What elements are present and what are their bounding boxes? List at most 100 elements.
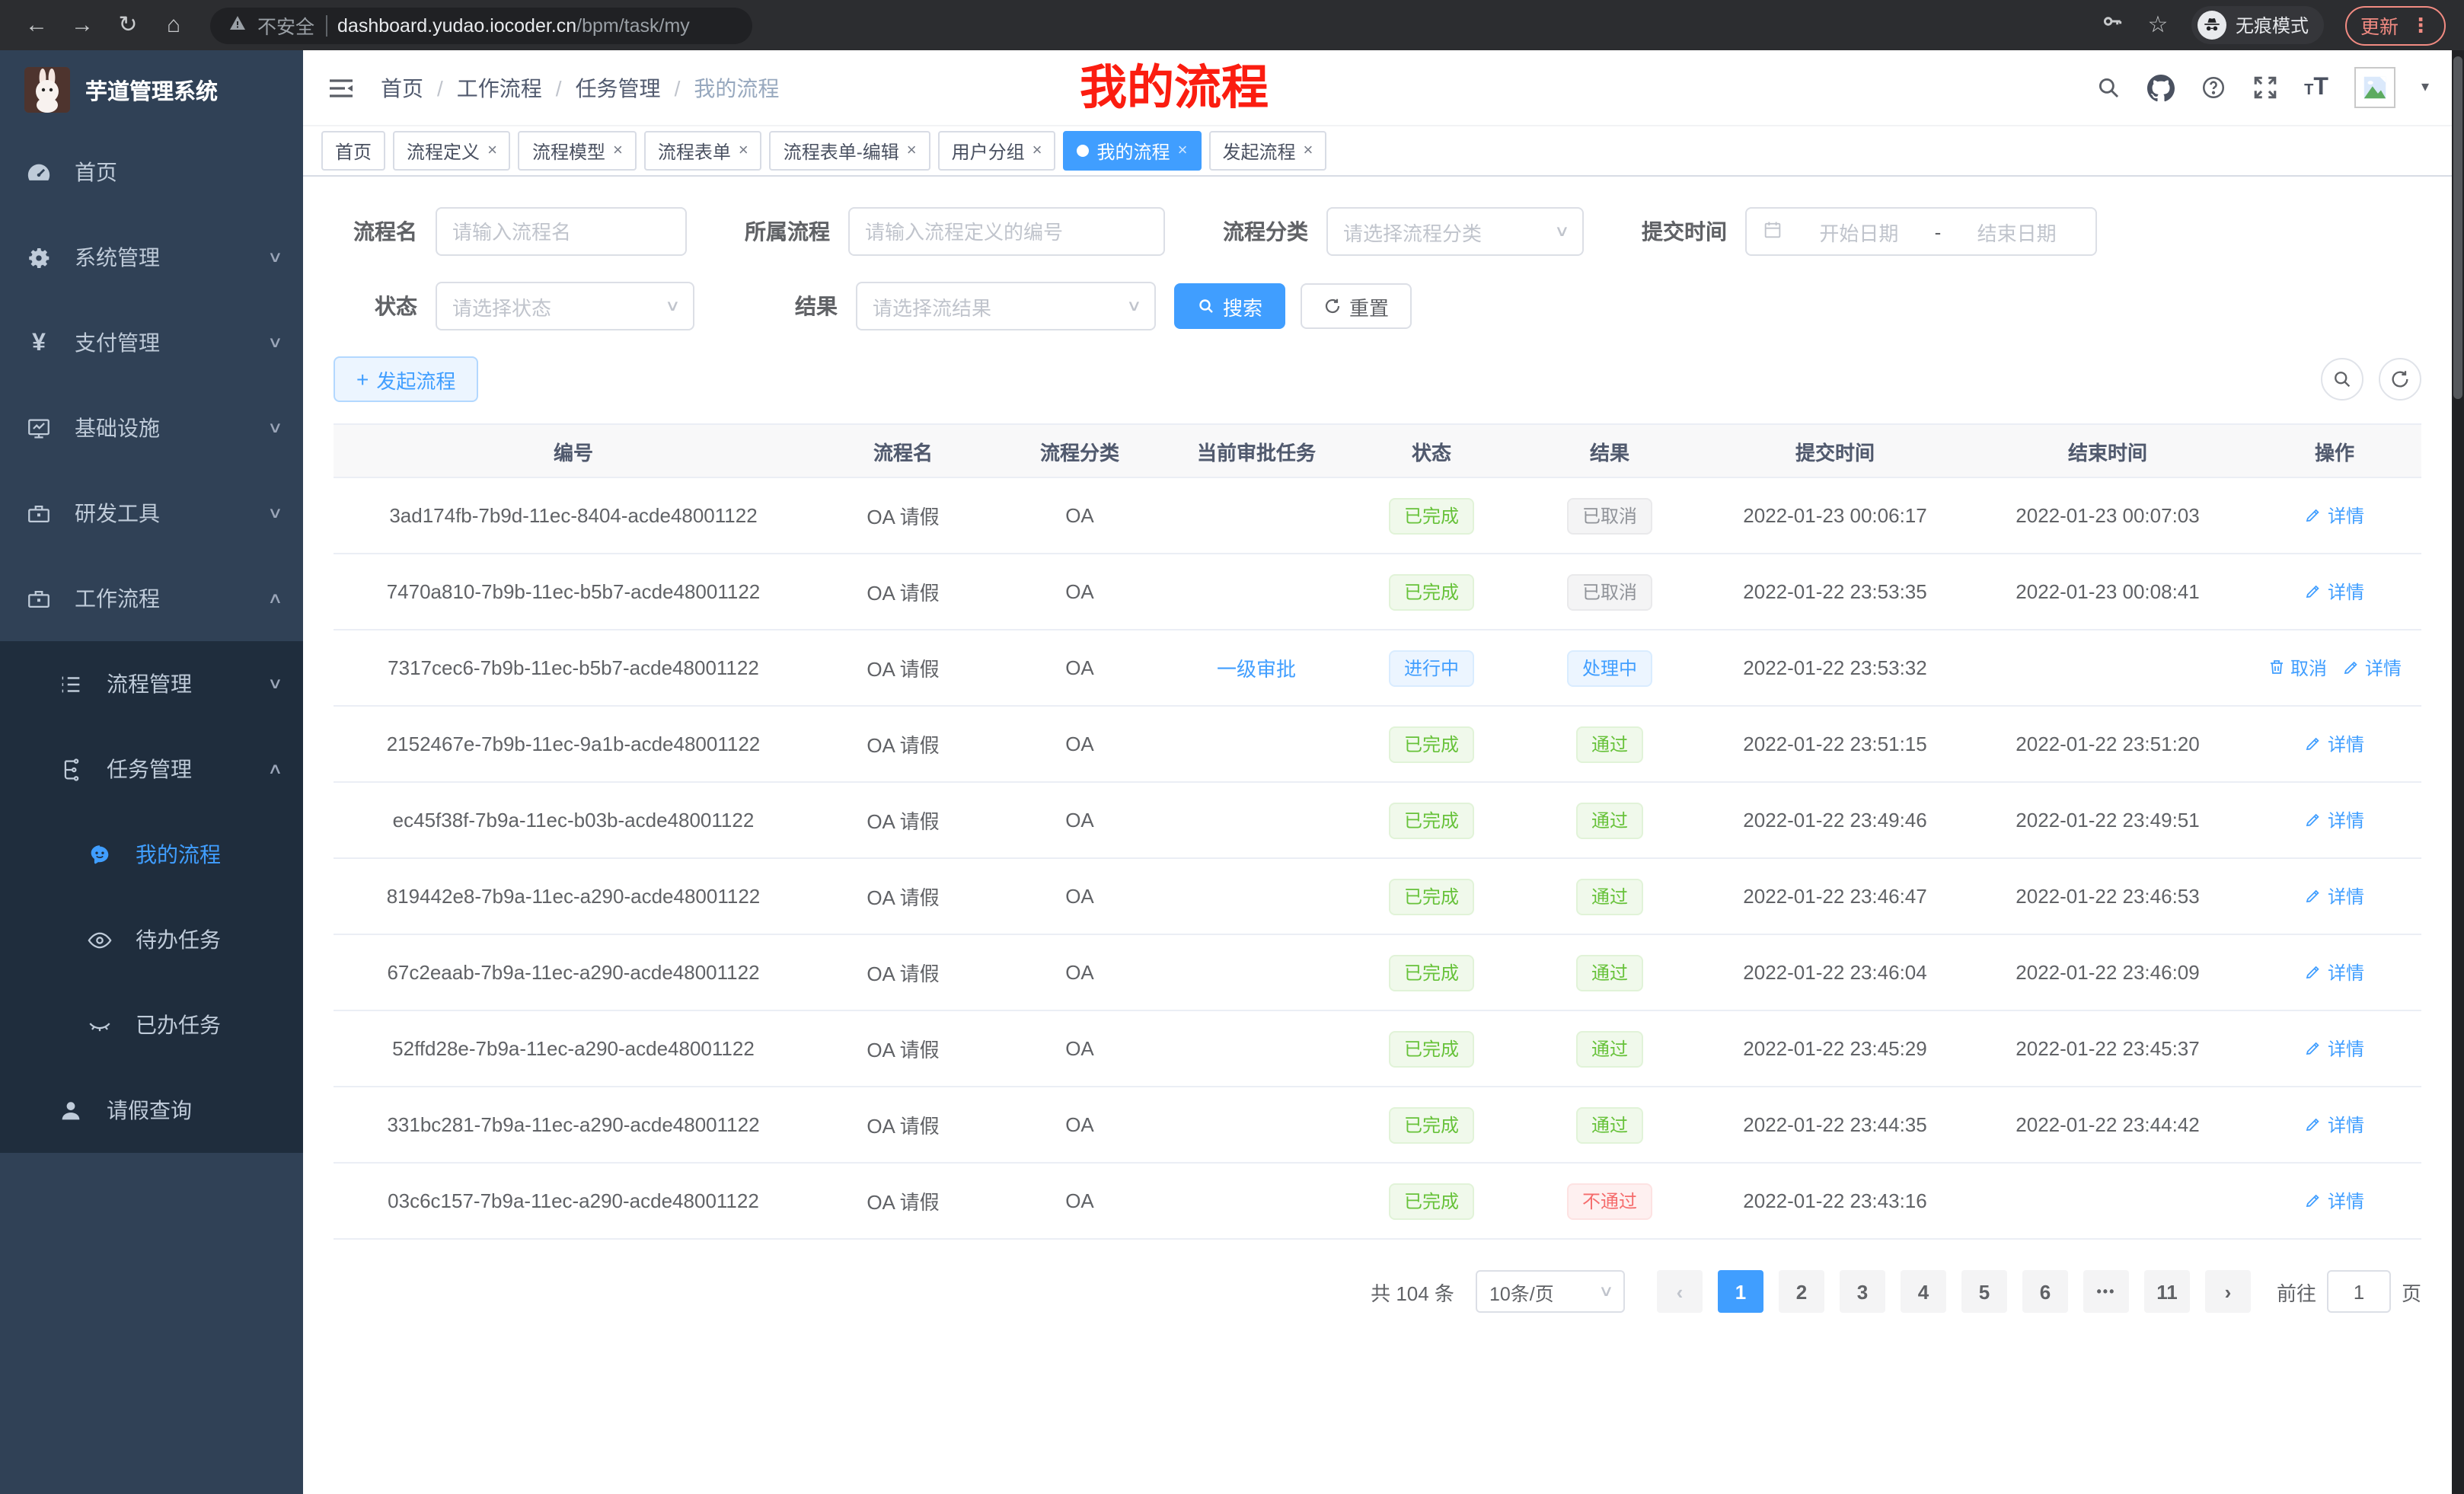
sidebar-item-leave-query[interactable]: 请假查询 (0, 1068, 303, 1153)
page-button[interactable]: 11 (2144, 1270, 2190, 1313)
calendar-icon (1762, 219, 1783, 244)
cell-id: 7317cec6-7b9b-11ec-b5b7-acde48001122 (334, 656, 813, 679)
scrollbar-thumb[interactable] (2453, 56, 2462, 399)
goto-page-input[interactable] (2327, 1270, 2391, 1313)
page-button[interactable]: 3 (1840, 1270, 1885, 1313)
key-icon[interactable] (2100, 9, 2124, 41)
tab-process-definition[interactable]: 流程定义× (393, 131, 511, 171)
next-page-button[interactable]: › (2205, 1270, 2251, 1313)
tab-user-group[interactable]: 用户分组× (938, 131, 1056, 171)
close-icon[interactable]: × (1303, 142, 1313, 159)
page-button[interactable]: 6 (2022, 1270, 2068, 1313)
goto-label: 前往 (2277, 1277, 2316, 1306)
browser-menu-icon[interactable]: ⋮ (2411, 13, 2430, 37)
close-icon[interactable]: × (613, 142, 623, 159)
browser-update-button[interactable]: 更新 ⋮ (2345, 5, 2446, 45)
page-button[interactable]: 2 (1779, 1270, 1824, 1313)
process-definition-input[interactable] (848, 207, 1165, 256)
scrollbar[interactable] (2452, 50, 2464, 1494)
back-icon[interactable]: ← (18, 0, 55, 50)
active-dot (1077, 145, 1090, 157)
detail-link[interactable]: 详情 (2305, 579, 2364, 605)
status-select[interactable]: 请选择状态∨ (436, 282, 694, 330)
reload-icon[interactable]: ↻ (110, 0, 146, 50)
sidebar-item-label: 请假查询 (107, 1095, 192, 1125)
table-refresh-button[interactable] (2379, 358, 2421, 401)
filter-process-label: 所属流程 (723, 216, 830, 247)
close-icon[interactable]: × (739, 142, 748, 159)
sidebar-item-my-process[interactable]: 我的流程 (0, 812, 303, 897)
sidebar-collapse-icon[interactable] (326, 72, 356, 103)
tab-process-form[interactable]: 流程表单× (644, 131, 762, 171)
detail-link[interactable]: 详情 (2305, 1188, 2364, 1214)
submit-time-range-picker[interactable]: 开始日期 - 结束日期 (1745, 207, 2097, 256)
sidebar-item-infra[interactable]: 基础设施 ∨ (0, 385, 303, 471)
detail-link[interactable]: 详情 (2305, 883, 2364, 909)
close-icon[interactable]: × (1178, 142, 1188, 159)
sidebar-item-system[interactable]: 系统管理 ∨ (0, 215, 303, 300)
sidebar-item-task-mgmt[interactable]: 任务管理 ∧ (0, 726, 303, 812)
avatar[interactable] (2354, 67, 2395, 108)
tab-my-process[interactable]: 我的流程× (1064, 131, 1202, 171)
detail-link[interactable]: 详情 (2342, 655, 2402, 681)
more-pages-button[interactable]: ••• (2083, 1270, 2129, 1313)
table-row: 03c6c157-7b9a-11ec-a290-acde48001122 OA … (334, 1164, 2421, 1240)
tab-home[interactable]: 首页 (321, 131, 385, 171)
prev-page-button[interactable]: ‹ (1657, 1270, 1703, 1313)
search-icon[interactable] (2095, 75, 2121, 101)
tab-process-form-edit[interactable]: 流程表单-编辑× (770, 131, 930, 171)
detail-link[interactable]: 详情 (2305, 959, 2364, 985)
search-button[interactable]: 搜索 (1174, 283, 1285, 329)
fullscreen-icon[interactable] (2252, 75, 2278, 101)
home-icon[interactable]: ⌂ (155, 0, 192, 50)
cancel-link[interactable]: 取消 (2268, 655, 2327, 681)
result-select[interactable]: 请选择流结果∨ (856, 282, 1156, 330)
current-task-link[interactable]: 一级审批 (1167, 653, 1346, 682)
sidebar-item-process-mgmt[interactable]: 流程管理 ∨ (0, 641, 303, 726)
cell-id: ec45f38f-7b9a-11ec-b03b-acde48001122 (334, 809, 813, 832)
github-icon[interactable] (2147, 74, 2175, 101)
sidebar-item-workflow[interactable]: 工作流程 ∧ (0, 556, 303, 641)
process-name-input[interactable] (436, 207, 687, 256)
chevron-down-icon[interactable]: ▾ (2421, 79, 2429, 96)
sidebar-item-payment[interactable]: ¥ 支付管理 ∨ (0, 300, 303, 385)
tab-process-model[interactable]: 流程模型× (519, 131, 637, 171)
bookmark-star-icon[interactable]: ☆ (2146, 0, 2170, 50)
result-badge: 通过 (1576, 1106, 1643, 1143)
app-logo-row: 芋道管理系统 (0, 50, 303, 129)
tab-start-process[interactable]: 发起流程× (1208, 131, 1326, 171)
result-badge: 通过 (1576, 954, 1643, 991)
page-size-select[interactable]: 10条/页∨ (1476, 1270, 1625, 1313)
total-count: 共 104 条 (1371, 1277, 1454, 1306)
detail-link[interactable]: 详情 (2305, 807, 2364, 833)
close-icon[interactable]: × (907, 142, 917, 159)
detail-link[interactable]: 详情 (2305, 731, 2364, 757)
page-button[interactable]: 5 (1961, 1270, 2007, 1313)
breadcrumb-item[interactable]: 工作流程 (457, 72, 542, 103)
breadcrumb-item[interactable]: 任务管理 (576, 72, 661, 103)
page-button[interactable]: 4 (1901, 1270, 1946, 1313)
top-navbar: 首页 / 工作流程 / 任务管理 / 我的流程 我的流程 TT ▾ (303, 50, 2452, 126)
category-select[interactable]: 请选择流程分类∨ (1326, 207, 1584, 256)
detail-link[interactable]: 详情 (2305, 1112, 2364, 1138)
sidebar-item-home[interactable]: 首页 (0, 129, 303, 215)
reset-button[interactable]: 重置 (1301, 283, 1412, 329)
help-icon[interactable] (2201, 75, 2226, 101)
create-process-button[interactable]: + 发起流程 (334, 356, 478, 402)
page-button[interactable]: 1 (1718, 1270, 1763, 1313)
sidebar-item-devtools[interactable]: 研发工具 ∨ (0, 471, 303, 556)
detail-link[interactable]: 详情 (2305, 503, 2364, 528)
close-icon[interactable]: × (1033, 142, 1042, 159)
sidebar-item-todo-tasks[interactable]: 待办任务 (0, 897, 303, 982)
detail-link[interactable]: 详情 (2305, 1036, 2364, 1061)
sidebar-item-done-tasks[interactable]: 已办任务 (0, 982, 303, 1068)
table-search-toggle-button[interactable] (2321, 358, 2363, 401)
address-bar[interactable]: 不安全 dashboard.yudao.iocoder.cn/bpm/task/… (210, 7, 752, 43)
breadcrumb-item[interactable]: 首页 (381, 72, 423, 103)
sidebar-item-label: 支付管理 (75, 327, 160, 358)
font-size-icon[interactable]: TT (2304, 74, 2328, 101)
close-icon[interactable]: × (487, 142, 497, 159)
forward-icon[interactable]: → (64, 0, 101, 50)
table-row: 67c2eaab-7b9a-11ec-a290-acde48001122 OA … (334, 935, 2421, 1011)
process-table: 编号 流程名 流程分类 当前审批任务 状态 结果 提交时间 结束时间 操作 3a… (334, 423, 2421, 1240)
